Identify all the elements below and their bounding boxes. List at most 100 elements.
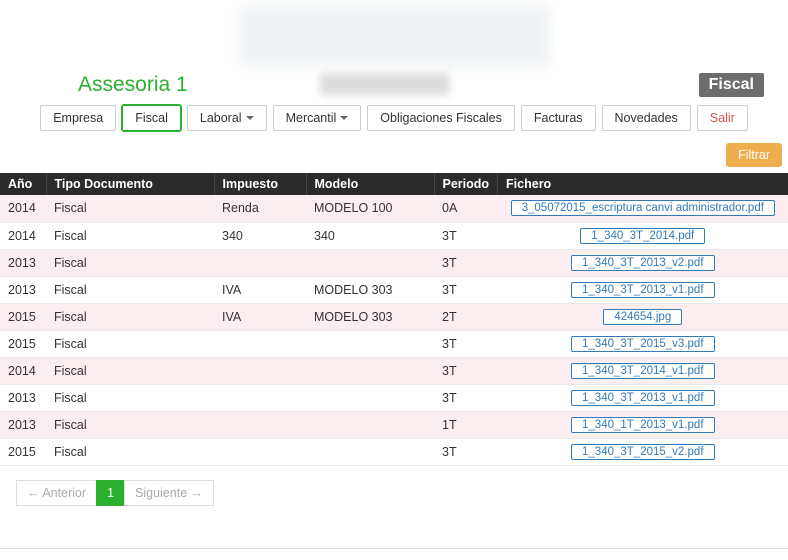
- table-row: 2014Fiscal3403403T1_340_3T_2014.pdf: [0, 222, 788, 249]
- file-link[interactable]: 424654.jpg: [603, 309, 682, 325]
- cell-tipo: Fiscal: [46, 249, 214, 276]
- th-periodo[interactable]: Periodo: [434, 173, 498, 195]
- cell-impuesto: [214, 411, 306, 438]
- cell-modelo: 340: [306, 222, 434, 249]
- pager-next: Siguiente →: [124, 480, 214, 506]
- cell-periodo: 3T: [434, 384, 498, 411]
- nav-item-novedades[interactable]: Novedades: [602, 105, 691, 131]
- cell-tipo: Fiscal: [46, 384, 214, 411]
- cell-modelo: MODELO 303: [306, 303, 434, 330]
- table-row: 2013Fiscal3T1_340_3T_2013_v2.pdf: [0, 249, 788, 276]
- cell-modelo: MODELO 100: [306, 195, 434, 222]
- chevron-down-icon: [340, 116, 348, 120]
- cell-impuesto: 340: [214, 222, 306, 249]
- filter-button[interactable]: Filtrar: [726, 143, 782, 167]
- cell-modelo: [306, 357, 434, 384]
- cell-fichero: 3_05072015_escriptura canvi administrado…: [498, 195, 788, 222]
- file-link[interactable]: 1_340_3T_2015_v2.pdf: [571, 444, 715, 460]
- file-link[interactable]: 1_340_3T_2013_v2.pdf: [571, 255, 715, 271]
- table-row: 2013FiscalIVAMODELO 3033T1_340_3T_2013_v…: [0, 276, 788, 303]
- cell-fichero: 1_340_3T_2013_v1.pdf: [498, 276, 788, 303]
- cell-periodo: 3T: [434, 222, 498, 249]
- cell-impuesto: [214, 384, 306, 411]
- table-row: 2014FiscalRendaMODELO 1000A3_05072015_es…: [0, 195, 788, 222]
- cell-tipo: Fiscal: [46, 438, 214, 465]
- table-row: 2013Fiscal 3T 1_340_3T_2013_v1.pdf: [0, 384, 788, 411]
- cell-modelo: [306, 330, 434, 357]
- cell-ano: 2014: [0, 195, 46, 222]
- table-row: 2015Fiscal 3T 1_340_3T_2015_v3.pdf: [0, 330, 788, 357]
- cell-tipo: Fiscal: [46, 357, 214, 384]
- cell-ano: 2015: [0, 303, 46, 330]
- nav-item-label: Empresa: [53, 111, 103, 125]
- cell-tipo: Fiscal: [46, 330, 214, 357]
- cell-periodo: 2T: [434, 303, 498, 330]
- cell-modelo: [306, 438, 434, 465]
- cell-modelo: [306, 249, 434, 276]
- nav-item-label: Fiscal: [135, 111, 168, 125]
- file-link[interactable]: 1_340_3T_2013_v1.pdf: [571, 390, 715, 406]
- table-row: 2015FiscalIVAMODELO 3032T 424654.jpg: [0, 303, 788, 330]
- file-link[interactable]: 1_340_3T_2015_v3.pdf: [571, 336, 715, 352]
- footer-rule: [0, 548, 788, 560]
- nav-item-laboral[interactable]: Laboral: [187, 105, 267, 131]
- table-row: 2015Fiscal 3T 1_340_3T_2015_v2.pdf: [0, 438, 788, 465]
- nav-item-salir[interactable]: Salir: [697, 105, 748, 131]
- cell-impuesto: IVA: [214, 303, 306, 330]
- cell-tipo: Fiscal: [46, 411, 214, 438]
- th-impuesto[interactable]: Impuesto: [214, 173, 306, 195]
- cell-fichero: 1_340_3T_2013_v2.pdf: [498, 249, 788, 276]
- topbar: Assesoria 1 Fiscal: [0, 73, 788, 101]
- cell-ano: 2014: [0, 357, 46, 384]
- file-link[interactable]: 3_05072015_escriptura canvi administrado…: [511, 200, 775, 216]
- nav-item-mercantil[interactable]: Mercantil: [273, 105, 362, 131]
- file-link[interactable]: 1_340_1T_2013_v1.pdf: [571, 417, 715, 433]
- nav-item-fiscal[interactable]: Fiscal: [122, 105, 181, 131]
- table-row: 2014Fiscal3T1_340_3T_2014_v1.pdf: [0, 357, 788, 384]
- cell-tipo: Fiscal: [46, 222, 214, 249]
- th-modelo[interactable]: Modelo: [306, 173, 434, 195]
- cell-impuesto: Renda: [214, 195, 306, 222]
- pager-prev: ← Anterior: [16, 480, 97, 506]
- cell-fichero: 1_340_1T_2013_v1.pdf: [498, 411, 788, 438]
- cell-impuesto: [214, 330, 306, 357]
- cell-periodo: 3T: [434, 330, 498, 357]
- cell-ano: 2013: [0, 384, 46, 411]
- cell-fichero: 1_340_3T_2015_v3.pdf: [498, 330, 788, 357]
- nav-item-label: Salir: [710, 111, 735, 125]
- category-badge: Fiscal: [699, 73, 764, 97]
- th-tipo[interactable]: Tipo Documento: [46, 173, 214, 195]
- nav-item-label: Mercantil: [286, 111, 337, 125]
- actions-row: Filtrar: [0, 143, 788, 173]
- cell-modelo: MODELO 303: [306, 276, 434, 303]
- nav-item-label: Novedades: [615, 111, 678, 125]
- cell-fichero: 424654.jpg: [498, 303, 788, 330]
- table-header: Año Tipo Documento Impuesto Modelo Perio…: [0, 173, 788, 195]
- cell-ano: 2015: [0, 330, 46, 357]
- nav-item-obligaciones-fiscales[interactable]: Obligaciones Fiscales: [367, 105, 515, 131]
- file-link[interactable]: 1_340_3T_2014.pdf: [580, 228, 705, 244]
- file-link[interactable]: 1_340_3T_2014_v1.pdf: [571, 363, 715, 379]
- pagination: ← Anterior 1 Siguiente →: [0, 466, 788, 520]
- cell-tipo: Fiscal: [46, 276, 214, 303]
- cell-modelo: [306, 411, 434, 438]
- cell-tipo: Fiscal: [46, 303, 214, 330]
- cell-periodo: 1T: [434, 411, 498, 438]
- nav-item-facturas[interactable]: Facturas: [521, 105, 596, 131]
- nav-item-label: Facturas: [534, 111, 583, 125]
- cell-ano: 2014: [0, 222, 46, 249]
- nav-item-label: Laboral: [200, 111, 242, 125]
- cell-fichero: 1_340_3T_2014_v1.pdf: [498, 357, 788, 384]
- cell-impuesto: [214, 438, 306, 465]
- cell-periodo: 3T: [434, 438, 498, 465]
- th-fichero[interactable]: Fichero: [498, 173, 788, 195]
- th-ano[interactable]: Año: [0, 173, 46, 195]
- cell-ano: 2015: [0, 438, 46, 465]
- cell-ano: 2013: [0, 411, 46, 438]
- pager-current[interactable]: 1: [96, 480, 125, 506]
- cell-impuesto: [214, 357, 306, 384]
- cell-modelo: [306, 384, 434, 411]
- nav-item-empresa[interactable]: Empresa: [40, 105, 116, 131]
- cell-fichero: 1_340_3T_2013_v1.pdf: [498, 384, 788, 411]
- file-link[interactable]: 1_340_3T_2013_v1.pdf: [571, 282, 715, 298]
